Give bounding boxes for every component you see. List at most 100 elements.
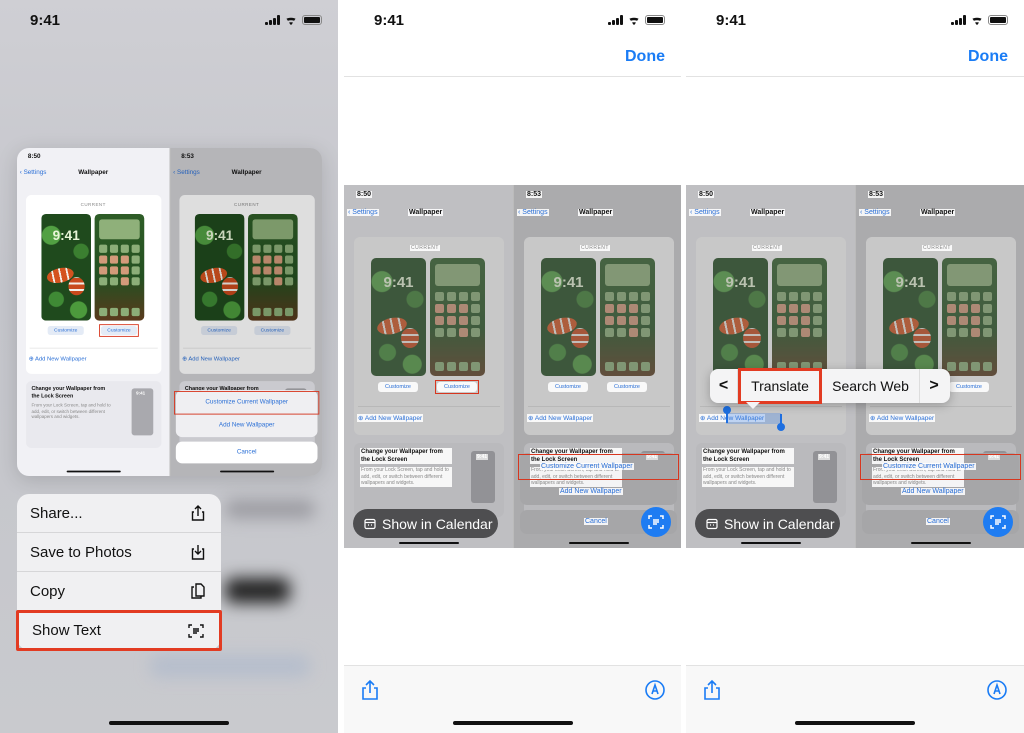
cellular-signal-icon	[608, 15, 623, 25]
mini-current-label: CURRENT	[80, 202, 106, 208]
add-new-wallpaper-link[interactable]: ⊕ Add New Wallpaper	[527, 414, 594, 422]
tip-body: From your Lock Screen, tap and hold to a…	[360, 467, 452, 487]
photo[interactable]: 8:50 ‹ Settings Wallpaper CURRENT 9:41 C…	[686, 185, 1024, 548]
customize-lock-button[interactable]: Customize	[548, 382, 588, 392]
mini-status-time: 8:53	[868, 191, 885, 198]
wifi-icon	[627, 15, 641, 25]
divider	[29, 347, 158, 349]
customize-lock-button[interactable]: Customize	[47, 326, 84, 336]
selection-handle-end[interactable]	[777, 414, 785, 431]
home-indicator	[452, 721, 573, 725]
battery-icon	[988, 15, 1008, 25]
popup-pointer	[746, 402, 760, 409]
add-new-wallpaper-link[interactable]: ⊕ Add New Wallpaper	[29, 355, 87, 362]
live-text-button[interactable]	[641, 507, 671, 537]
selection-handle-start[interactable]	[723, 406, 731, 423]
mini-back-button[interactable]: ‹ Settings	[859, 209, 891, 216]
mini-status-time: 8:50	[356, 191, 373, 198]
home-indicator	[795, 721, 915, 725]
blurred-background	[225, 500, 315, 518]
markup-icon[interactable]	[985, 678, 1009, 702]
add-new-wallpaper-label: Add New Wallpaper	[534, 415, 593, 422]
tip-body: From your Lock Screen, tap and hold to a…	[31, 402, 111, 420]
screenshot-right: 8:53 ‹ Settings Wallpaper CURRENT 9:41 C…	[169, 148, 322, 476]
mini-status-time: 8:50	[27, 153, 41, 160]
add-new-wallpaper-link[interactable]: ⊕ Add New Wallpaper	[869, 414, 936, 422]
dim-overlay	[686, 185, 855, 548]
tip-thumbnail-time: 9:41	[818, 454, 831, 460]
menu-item-copy[interactable]: Copy	[17, 572, 221, 611]
screenshot-right: 8:53 ‹ Settings Wallpaper CURRENT 9:41 C…	[855, 185, 1024, 548]
customize-home-button[interactable]: Customize	[607, 382, 647, 392]
home-screen-thumbnail	[94, 213, 145, 321]
mini-title: Wallpaper	[750, 209, 786, 216]
mini-back-button[interactable]: ‹ Settings	[689, 209, 721, 216]
share-icon[interactable]	[358, 678, 382, 702]
highlight-box	[174, 391, 320, 415]
dim-overlay	[344, 185, 513, 548]
mini-back-button[interactable]: ‹ Settings	[517, 209, 549, 216]
live-text-icon	[990, 515, 1006, 529]
menu-item-label: Copy	[30, 582, 66, 600]
show-in-calendar-label: Show in Calendar	[382, 515, 493, 532]
menu-item-show-text[interactable]: Show Text	[16, 610, 222, 651]
mini-back-button[interactable]: ‹ Settings	[347, 209, 379, 216]
tip-thumbnail-time: 9:41	[476, 454, 489, 460]
show-in-calendar-button[interactable]: Show in Calendar	[695, 509, 840, 538]
customize-lock-button[interactable]: Customize	[378, 382, 418, 392]
sheet-add-new-wallpaper-button[interactable]: Add New Wallpaper	[901, 488, 965, 495]
markup-icon[interactable]	[643, 678, 667, 702]
sheet-add-new-wallpaper-button[interactable]: Add New Wallpaper	[170, 422, 322, 428]
sheet-add-new-wallpaper-button[interactable]: Add New Wallpaper	[559, 488, 623, 495]
mini-current-label: CURRENT	[922, 245, 952, 251]
tip-body: From your Lock Screen, tap and hold to a…	[702, 467, 794, 487]
mini-back-label: Settings	[352, 209, 378, 216]
screenshot-pair: 8:50 ‹ Settings Wallpaper CURRENT 9:41 C…	[344, 185, 681, 548]
battery-icon	[302, 15, 322, 25]
mini-home-indicator	[569, 542, 629, 544]
panel-context-menu: 9:41 8:50 ‹ Settings Wallpaper CURRENT 9…	[0, 0, 338, 733]
menu-next-button[interactable]: >	[920, 377, 948, 395]
image-preview[interactable]: 8:50 ‹ Settings Wallpaper CURRENT 9:41 C…	[17, 148, 322, 476]
screenshot-left: 8:50 ‹ Settings Wallpaper CURRENT 9:41 C…	[344, 185, 513, 548]
text-edit-menu: < Translate Search Web >	[710, 367, 950, 404]
status-icons	[608, 15, 665, 25]
customize-home-button[interactable]: Customize	[949, 382, 989, 392]
highlight-box	[860, 454, 1021, 480]
mini-status-time: 8:50	[698, 191, 715, 198]
mini-back-label: Settings	[864, 209, 890, 216]
share-icon[interactable]	[700, 678, 724, 702]
text-selection[interactable]	[726, 413, 781, 424]
photo[interactable]: 8:50 ‹ Settings Wallpaper CURRENT 9:41 C…	[344, 185, 681, 548]
menu-item-label: Share...	[30, 504, 83, 522]
menu-item-share[interactable]: Share...	[17, 494, 221, 533]
highlight-box	[518, 454, 679, 480]
mini-title: Wallpaper	[408, 209, 444, 216]
mini-current-label: CURRENT	[410, 245, 440, 251]
search-web-button[interactable]: Search Web	[822, 369, 920, 403]
done-button[interactable]: Done	[625, 48, 665, 66]
panel-live-text: 9:41 Done 8:50 ‹ Settings Wallpaper CURR…	[344, 0, 681, 733]
mini-back-label: Settings	[694, 209, 720, 216]
status-time: 9:41	[716, 12, 747, 29]
show-in-calendar-button[interactable]: Show in Calendar	[353, 509, 498, 538]
screenshot-pair: 8:50 ‹ Settings Wallpaper CURRENT 9:41 C…	[17, 148, 322, 476]
blurred-background	[225, 578, 290, 603]
blurred-background	[150, 655, 310, 677]
screenshot-right: 8:53 ‹ Settings Wallpaper CURRENT 9:41 C…	[513, 185, 681, 548]
cancel-button[interactable]: Cancel	[926, 518, 950, 525]
cancel-button[interactable]: Cancel	[170, 449, 322, 455]
tip-title: Change your Wallpaper from the Lock Scre…	[360, 448, 452, 464]
live-text-button[interactable]	[983, 507, 1013, 537]
cancel-button[interactable]: Cancel	[584, 518, 608, 525]
done-button[interactable]: Done	[968, 48, 1008, 66]
screenshot-left: 8:50 ‹ Settings Wallpaper CURRENT 9:41 C…	[17, 148, 170, 476]
bottom-toolbar	[344, 665, 681, 733]
menu-item-save-to-photos[interactable]: Save to Photos	[17, 533, 221, 572]
menu-prev-button[interactable]: <	[710, 369, 738, 403]
context-menu: Share... Save to Photos Copy Show Text	[16, 494, 222, 651]
home-indicator	[109, 721, 229, 725]
translate-button[interactable]: Translate	[738, 367, 822, 404]
add-new-wallpaper-link[interactable]: ⊕ Add New Wallpaper	[357, 414, 424, 422]
calendar-icon	[364, 518, 376, 529]
